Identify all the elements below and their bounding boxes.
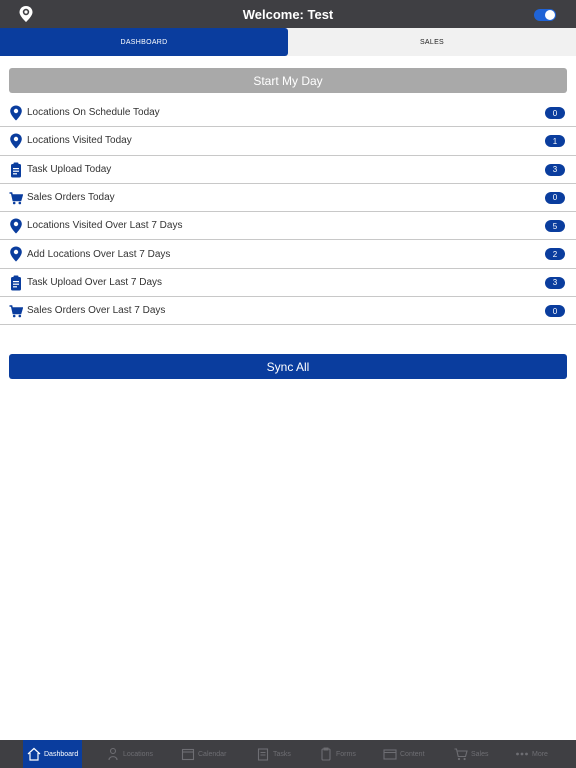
count-badge: 3	[545, 276, 565, 289]
stat-row-task-upload-last-7-days[interactable]: Task Upload Over Last 7 Days 3	[0, 269, 576, 298]
nav-locations[interactable]: Locations	[106, 740, 153, 768]
count-badge: 3	[545, 163, 565, 176]
nav-content[interactable]: Content	[383, 740, 425, 768]
stat-label: Locations Visited Over Last 7 Days	[27, 220, 183, 232]
home-icon	[27, 747, 41, 761]
nav-dashboard[interactable]: Dashboard	[23, 740, 83, 768]
tab-dashboard[interactable]: DASHBOARD	[0, 28, 288, 56]
count-badge: 2	[545, 248, 565, 261]
stat-label: Locations Visited Today	[27, 135, 132, 147]
stat-label: Sales Orders Today	[27, 192, 115, 204]
stat-label: Task Upload Today	[27, 163, 112, 175]
stat-row-sales-orders-last-7-days[interactable]: Sales Orders Over Last 7 Days 0	[0, 297, 576, 326]
calendar-icon	[181, 748, 195, 761]
toggle-knob	[545, 10, 555, 20]
tab-sales[interactable]: SALES	[288, 28, 576, 56]
stat-row-task-upload-today[interactable]: Task Upload Today 3	[0, 156, 576, 184]
app-logo-icon	[19, 6, 33, 22]
location-pin-icon	[10, 218, 22, 234]
segmented-tabs: DASHBOARD SALES	[0, 28, 576, 56]
start-my-day-button[interactable]: Start My Day	[9, 68, 567, 93]
nav-sales[interactable]: Sales	[454, 740, 489, 768]
stat-row-locations-on-schedule-today[interactable]: Locations On Schedule Today 0	[0, 99, 576, 128]
nav-label: Dashboard	[44, 750, 79, 758]
location-pin-icon	[10, 105, 22, 121]
nav-label: Tasks	[273, 750, 291, 758]
nav-label: Sales	[471, 750, 489, 758]
stat-label: Locations On Schedule Today	[27, 107, 160, 119]
location-pin-icon	[10, 133, 22, 149]
stat-row-sales-orders-today[interactable]: Sales Orders Today 0	[0, 184, 576, 213]
nav-label: Content	[400, 750, 425, 758]
bottom-nav: Dashboard Locations Calendar Tasks Forms…	[0, 740, 576, 768]
nav-forms[interactable]: Forms	[319, 740, 356, 768]
count-badge: 5	[545, 220, 565, 233]
page-title: Welcome: Test	[242, 6, 334, 22]
stat-label: Add Locations Over Last 7 Days	[27, 248, 171, 260]
top-bar: Welcome: Test	[0, 0, 576, 28]
person-pin-icon	[108, 747, 118, 761]
count-badge: 1	[545, 135, 565, 148]
count-badge: 0	[545, 107, 565, 119]
nav-label: Forms	[336, 750, 356, 758]
stat-label: Task Upload Over Last 7 Days	[27, 276, 163, 288]
nav-tasks[interactable]: Tasks	[256, 740, 291, 768]
nav-more[interactable]: More	[515, 740, 548, 768]
sync-all-button[interactable]: Sync All	[9, 354, 567, 379]
count-badge: 0	[545, 191, 565, 204]
nav-label: Locations	[123, 750, 153, 758]
cart-icon	[9, 305, 23, 318]
more-dots-icon	[516, 752, 528, 756]
clipboard-icon	[11, 162, 21, 178]
stat-row-locations-visited-last-7-days[interactable]: Locations Visited Over Last 7 Days 5	[0, 212, 576, 241]
forms-icon	[321, 747, 331, 761]
clipboard-icon	[11, 275, 21, 291]
stat-row-locations-visited-today[interactable]: Locations Visited Today 1	[0, 127, 576, 156]
cart-icon	[9, 192, 23, 205]
location-pin-icon	[10, 246, 22, 262]
status-toggle[interactable]	[534, 9, 556, 21]
count-badge: 0	[545, 305, 565, 318]
cart-icon	[454, 748, 468, 761]
stat-row-add-locations-last-7-days[interactable]: Add Locations Over Last 7 Days 2	[0, 240, 576, 269]
folder-icon	[383, 749, 397, 760]
tasks-icon	[257, 748, 269, 761]
stats-list: Locations On Schedule Today 0 Locations …	[0, 99, 576, 326]
nav-label: More	[532, 750, 548, 758]
nav-calendar[interactable]: Calendar	[181, 740, 226, 768]
nav-label: Calendar	[198, 750, 227, 758]
stat-label: Sales Orders Over Last 7 Days	[27, 305, 166, 317]
